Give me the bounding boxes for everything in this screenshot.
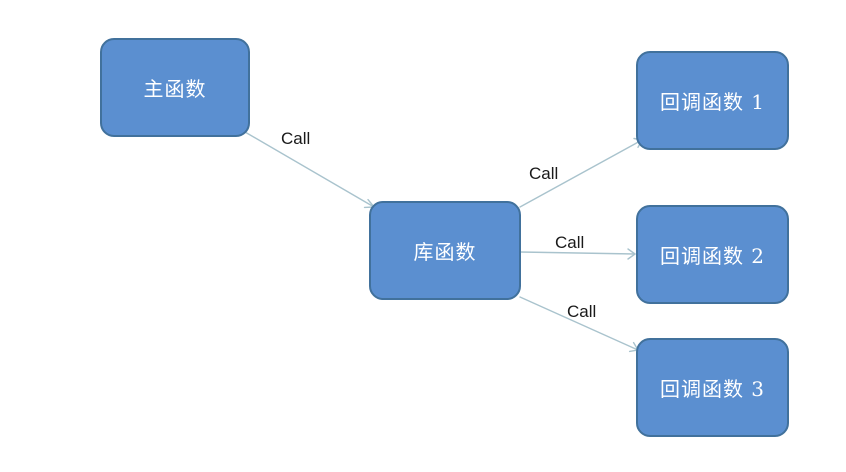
node-main-function: 主函数	[100, 38, 250, 137]
node-callback-2: 回调函数 2	[636, 205, 789, 304]
diagram-canvas: 主函数 库函数 回调函数 1 回调函数 2 回调函数 3 Call Call C…	[0, 0, 846, 472]
edge-label-library-to-callback3: Call	[567, 302, 597, 321]
edge-label-main-to-library: Call	[281, 129, 311, 148]
node-callback-1: 回调函数 1	[636, 51, 789, 150]
edge-label-library-to-callback2: Call	[555, 233, 585, 252]
node-library-function: 库函数	[369, 201, 521, 300]
node-callback-3: 回调函数 3	[636, 338, 789, 437]
edge-label-library-to-callback1: Call	[529, 164, 559, 183]
